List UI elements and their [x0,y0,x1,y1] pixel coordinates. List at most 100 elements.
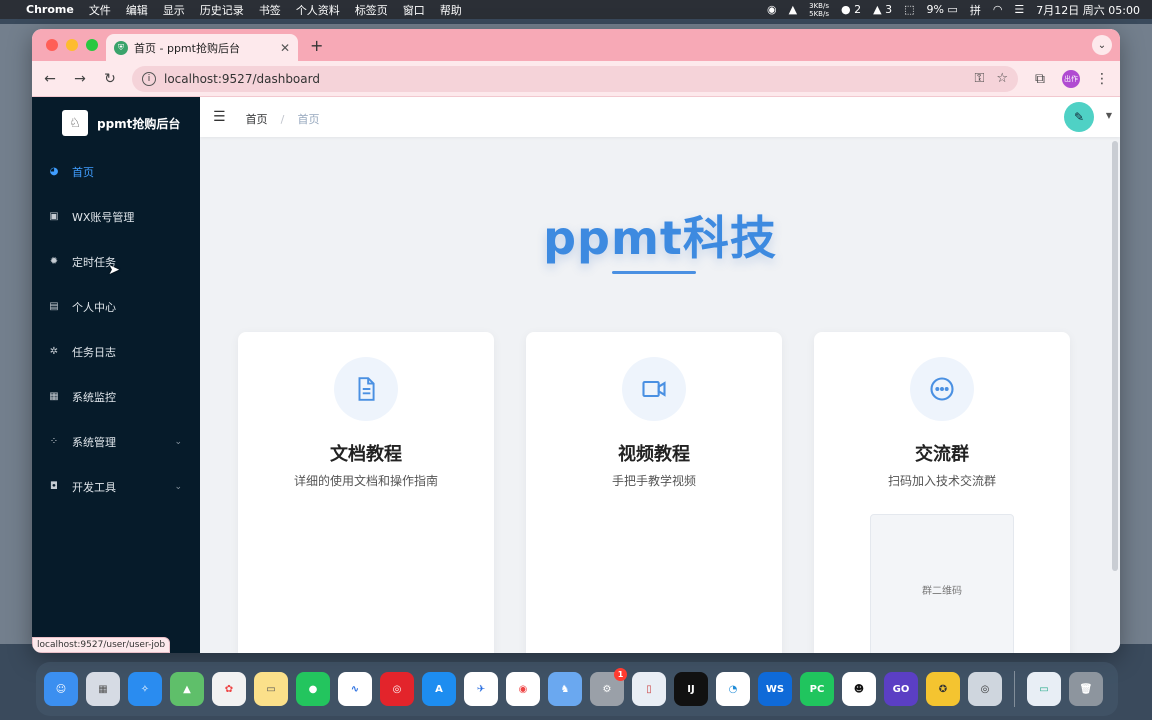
mouse-pointer-icon: ➤ [108,262,120,278]
back-arrow-icon[interactable]: ← [42,71,58,87]
macos-menu-bar: Chrome 文件 编辑 显示 历史记录 书签 个人资料 标签页 窗口 帮助 ◉… [0,0,1152,19]
link-status-bubble: localhost:9527/user/user-job [32,637,171,653]
dashed-box-icon[interactable]: ⬚ [904,3,914,16]
sidebar-item-profile-center[interactable]: ▤ 个人中心 [32,284,200,329]
address-bar[interactable]: i localhost:9527/dashboard ⚿ ☆ [132,65,1018,92]
sidebar-item-task-logs[interactable]: ✲ 任务日志 [32,329,200,374]
kebab-menu-icon[interactable]: ⋮ [1094,71,1110,87]
maps-icon[interactable]: ▲ [170,672,204,706]
notes-icon[interactable]: ▭ [254,672,288,706]
freeform-icon[interactable]: ∿ [338,672,372,706]
caret-down-icon[interactable]: ▼ [1106,111,1112,120]
system-settings-icon[interactable]: ⚙ 1 [590,668,627,706]
sidebar-item-system-monitor[interactable]: ▦ 系统监控 [32,374,200,419]
sidebar-logo[interactable]: ♘ ppmt抢购后台 [32,97,200,149]
menu-profiles[interactable]: 个人资料 [296,2,340,18]
edge-icon[interactable]: ◔ [716,672,750,706]
xiaomi-icon[interactable]: ✪ [926,672,960,706]
menu-help[interactable]: 帮助 [440,2,462,18]
qq-icon[interactable]: ☻ [842,672,876,706]
netease-music-icon[interactable]: ◎ [380,672,414,706]
goland-icon[interactable]: GO [884,672,918,706]
battery-indicator[interactable]: 9% ▭ [926,3,957,16]
video-icon [622,357,686,421]
menu-history[interactable]: 历史记录 [200,2,244,18]
sidebar-item-system-management[interactable]: ⁘ 系统管理 ⌄ [32,419,200,464]
menu-tabs[interactable]: 标签页 [355,2,388,18]
chrome-icon[interactable]: ◉ [506,672,540,706]
site-info-icon[interactable]: i [142,71,156,86]
sidebar-item-dev-tools[interactable]: ◘ 开发工具 ⌄ [32,464,200,509]
sidebar-item-label: 开发工具 [72,480,116,494]
main-content: ☰ 首页 / 首页 ✎ ▼ ppmt科技 文档教程 详细的使用文档和操作指南 视… [200,97,1120,653]
card-description: 手把手教学视频 [611,474,696,488]
sidebar-item-wx-accounts[interactable]: ▣ WX账号管理 [32,194,200,239]
breadcrumb-separator: / [280,112,285,126]
menu-edit[interactable]: 编辑 [126,2,148,18]
card-title: 文档教程 [330,444,402,465]
minimize-window-button[interactable] [66,39,78,51]
vertical-scrollbar[interactable] [1112,141,1118,571]
maximize-window-button[interactable] [86,39,98,51]
safari-icon[interactable]: ✧ [128,672,162,706]
tab-search-chevron-icon[interactable]: ⌄ [1092,35,1112,55]
notify-count: 3 [885,3,893,16]
browser-tab-dashboard[interactable]: ⛨ 首页 - ppmt抢购后台 ✕ [106,34,298,61]
url-text[interactable]: localhost:9527/dashboard [164,72,962,86]
top-navbar: ☰ 首页 / 首页 ✎ ▼ [200,97,1120,137]
chevron-down-icon: ⌄ [174,436,182,447]
preview-window-icon[interactable]: ▭ [1027,672,1061,706]
profile-avatar[interactable]: 出作 [1062,69,1080,88]
browser-toolbar: ← → ↻ i localhost:9527/dashboard ⚿ ☆ ⧉ 出… [32,61,1120,97]
phone-mirror-icon[interactable]: ▯ [632,672,666,706]
trash-icon[interactable]: 🗑 [1069,672,1103,706]
control-center-icon[interactable]: ☰ [1014,3,1024,16]
wifi-icon[interactable]: ◠ [993,3,1003,16]
menu-file[interactable]: 文件 [89,2,111,18]
hamburger-menu-icon[interactable]: ☰ [213,109,226,125]
sidebar-item-label: 个人中心 [72,300,116,314]
card-video-tutorial[interactable]: 视频教程 手把手教学视频 [526,332,782,653]
reload-icon[interactable]: ↻ [102,71,118,87]
close-window-button[interactable] [46,39,58,51]
breadcrumb-home[interactable]: 首页 [246,113,268,126]
qq-cat-icon[interactable]: ♞ [548,672,582,706]
wechat-app-icon[interactable]: ● [296,672,330,706]
cat-icon[interactable]: ▲ [789,3,797,16]
lark-icon[interactable]: ✈ [464,672,498,706]
bug-icon: ✲ [49,346,59,357]
intellij-icon[interactable]: IJ [674,672,708,706]
admin-app: ♘ ppmt抢购后台 ◕ 首页 ▣ WX账号管理 ✹ 定时任务 ▤ 个人中心 ✲… [32,97,1120,653]
record-icon[interactable]: ◉ [767,3,777,16]
user-avatar[interactable]: ✎ [1064,102,1094,132]
gear-icon: ✹ [49,256,59,267]
finder-icon[interactable]: ☺ [44,672,78,706]
quicktime-icon[interactable]: ◎ [968,672,1002,706]
app-store-icon[interactable]: A [422,672,456,706]
menu-window[interactable]: 窗口 [403,2,425,18]
menu-app-name[interactable]: Chrome [26,3,74,16]
bell-icon[interactable]: ▲ 3 [873,3,892,16]
card-documentation[interactable]: 文档教程 详细的使用文档和操作指南 [238,332,494,653]
dock-separator [1014,671,1015,707]
card-community-group[interactable]: 交流群 扫码加入技术交流群 群二维码 [814,332,1070,653]
extensions-puzzle-icon[interactable]: ⧉ [1032,71,1048,87]
shield-favicon-icon: ⛨ [114,40,128,55]
pycharm-icon[interactable]: PC [800,672,834,706]
menu-bookmarks[interactable]: 书签 [259,2,281,18]
password-key-icon[interactable]: ⚿ [974,71,984,86]
close-tab-icon[interactable]: ✕ [280,41,290,55]
breadcrumb: 首页 / 首页 [246,108,320,127]
photos-icon[interactable]: ✿ [212,672,246,706]
launchpad-icon[interactable]: ▦ [86,672,120,706]
datetime[interactable]: 7月12日 周六 05:00 [1036,2,1140,18]
sidebar-item-home[interactable]: ◕ 首页 [32,149,200,194]
window-controls [46,39,98,51]
input-method-icon[interactable]: 拼 [970,2,981,18]
forward-arrow-icon[interactable]: → [72,71,88,87]
new-tab-button[interactable]: + [310,36,323,55]
menu-view[interactable]: 显示 [163,2,185,18]
wechat-status-icon[interactable]: ● 2 [841,3,861,16]
webstorm-icon[interactable]: WS [758,672,792,706]
bookmark-star-icon[interactable]: ☆ [996,71,1008,86]
